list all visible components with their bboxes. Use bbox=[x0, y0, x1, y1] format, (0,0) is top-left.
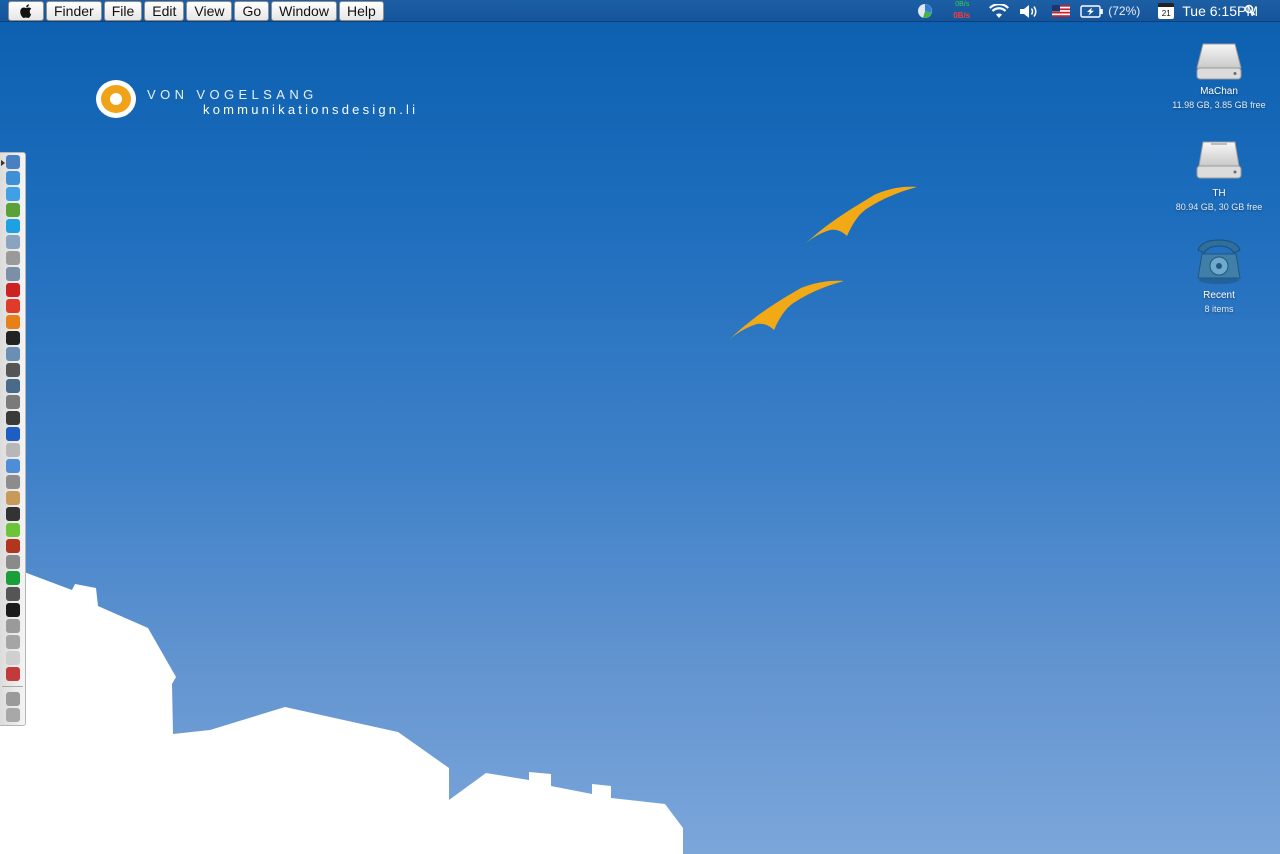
desktop-icon-label: Recent bbox=[1203, 290, 1235, 301]
menu-help[interactable]: Help bbox=[338, 0, 384, 21]
desktop-icon-recent[interactable]: Recent 8 items bbox=[1164, 236, 1274, 314]
menu-file[interactable]: File bbox=[103, 0, 143, 21]
logo-subtitle: kommunikationsdesign.li bbox=[203, 102, 419, 117]
input-source-item[interactable] bbox=[1052, 0, 1071, 22]
system-icon[interactable] bbox=[6, 619, 20, 633]
menu-items: Finder File Edit View Go Window Help bbox=[0, 0, 384, 22]
network-stats[interactable]: 0B/s 0B/s bbox=[951, 1, 977, 21]
spotify-icon[interactable] bbox=[6, 571, 20, 585]
wallpaper-logo: VON VOGELSANG kommunikationsdesign.li bbox=[96, 80, 456, 120]
clock-icon[interactable] bbox=[6, 667, 20, 681]
pen-icon[interactable] bbox=[6, 507, 20, 521]
apple-icon bbox=[20, 3, 32, 18]
tool-icon[interactable] bbox=[6, 475, 20, 489]
box-icon[interactable] bbox=[6, 459, 20, 473]
net-download: 0B/s bbox=[953, 11, 971, 20]
menu-bar: Finder File Edit View Go Window Help 0B/… bbox=[0, 0, 1280, 22]
chat-icon[interactable] bbox=[6, 187, 20, 201]
media-icon[interactable] bbox=[6, 523, 20, 537]
info-icon[interactable] bbox=[6, 427, 20, 441]
volume-status-item[interactable] bbox=[1019, 0, 1038, 22]
logo-ring-icon bbox=[96, 80, 136, 118]
wifi-icon bbox=[989, 3, 1010, 18]
bird-upper bbox=[803, 186, 917, 246]
battery-charging-icon bbox=[1080, 4, 1104, 18]
dock-separator bbox=[2, 686, 23, 687]
tag-icon[interactable] bbox=[6, 651, 20, 665]
bird-lower bbox=[730, 280, 844, 339]
desktop-icon-info: 11.98 GB, 3.85 GB free bbox=[1172, 100, 1266, 110]
skype-icon[interactable] bbox=[6, 219, 20, 233]
us-flag-icon bbox=[1052, 5, 1071, 17]
vlc-icon[interactable] bbox=[6, 315, 20, 329]
font-icon[interactable] bbox=[6, 395, 20, 409]
preview-icon[interactable] bbox=[6, 267, 20, 281]
menu-edit[interactable]: Edit bbox=[144, 0, 185, 21]
spotlight-icon[interactable] bbox=[1244, 4, 1256, 17]
wrench-icon[interactable] bbox=[6, 411, 20, 425]
desktop-icon-machan[interactable]: MaChan 11.98 GB, 3.85 GB free bbox=[1164, 40, 1274, 110]
running-indicator bbox=[1, 160, 5, 166]
apple-menu-button[interactable] bbox=[8, 0, 44, 21]
globe-icon[interactable] bbox=[6, 171, 20, 185]
logo-name: VON VOGELSANG bbox=[147, 87, 318, 102]
bug-icon[interactable] bbox=[6, 363, 20, 377]
script-icon[interactable] bbox=[6, 379, 20, 393]
menu-go[interactable]: Go bbox=[234, 0, 270, 21]
desktop-icon-info: 80.94 GB, 30 GB free bbox=[1175, 202, 1263, 212]
hard-drive-icon bbox=[1196, 141, 1242, 179]
desktop-icon-th[interactable]: TH 80.94 GB, 30 GB free bbox=[1164, 140, 1274, 212]
photo-icon[interactable] bbox=[6, 251, 20, 265]
disk-utility-icon[interactable] bbox=[6, 347, 20, 361]
battery-status-item[interactable]: (72%) bbox=[1080, 0, 1140, 22]
trash-icon[interactable] bbox=[6, 708, 20, 722]
status-menus: 0B/s 0B/s (72%) 21 Tue 6:15PM bbox=[917, 0, 1258, 22]
terminal-icon[interactable] bbox=[6, 603, 20, 617]
wifi-status-item[interactable] bbox=[989, 0, 1010, 22]
pie-status-item[interactable] bbox=[917, 0, 933, 22]
calendar-icon[interactable] bbox=[6, 587, 20, 601]
notes-icon[interactable] bbox=[6, 491, 20, 505]
net-upload: 0B/s bbox=[955, 1, 970, 8]
building-silhouette bbox=[0, 560, 683, 854]
dock bbox=[0, 152, 26, 726]
pie-chart-icon bbox=[918, 4, 933, 18]
telephone-icon bbox=[1197, 239, 1241, 284]
grapher-icon[interactable] bbox=[6, 635, 20, 649]
finder-icon[interactable] bbox=[6, 155, 20, 169]
desktop-icon-info: 8 items bbox=[1204, 304, 1234, 314]
menu-window[interactable]: Window bbox=[271, 0, 337, 21]
adium-icon[interactable] bbox=[6, 203, 20, 217]
desktop-icon-label: TH bbox=[1212, 188, 1226, 199]
network-icon[interactable] bbox=[6, 235, 20, 249]
desktop-icon-label: MaChan bbox=[1200, 86, 1238, 97]
calendar-status-item[interactable]: 21 bbox=[1158, 3, 1175, 19]
menu-view[interactable]: View bbox=[186, 0, 233, 21]
speaker-icon bbox=[1020, 4, 1037, 18]
record-icon[interactable] bbox=[6, 283, 20, 297]
radio-icon[interactable] bbox=[6, 555, 20, 569]
documents-icon[interactable] bbox=[6, 692, 20, 706]
dp-icon[interactable] bbox=[6, 299, 20, 313]
desktop-wallpaper bbox=[0, 186, 917, 854]
spider-icon[interactable] bbox=[6, 539, 20, 553]
menu-finder[interactable]: Finder bbox=[46, 0, 102, 21]
hard-drive-icon bbox=[1196, 43, 1242, 80]
battery-percentage: (72%) bbox=[1108, 4, 1141, 18]
keyboard-icon[interactable] bbox=[6, 331, 20, 345]
package-icon[interactable] bbox=[6, 443, 20, 457]
